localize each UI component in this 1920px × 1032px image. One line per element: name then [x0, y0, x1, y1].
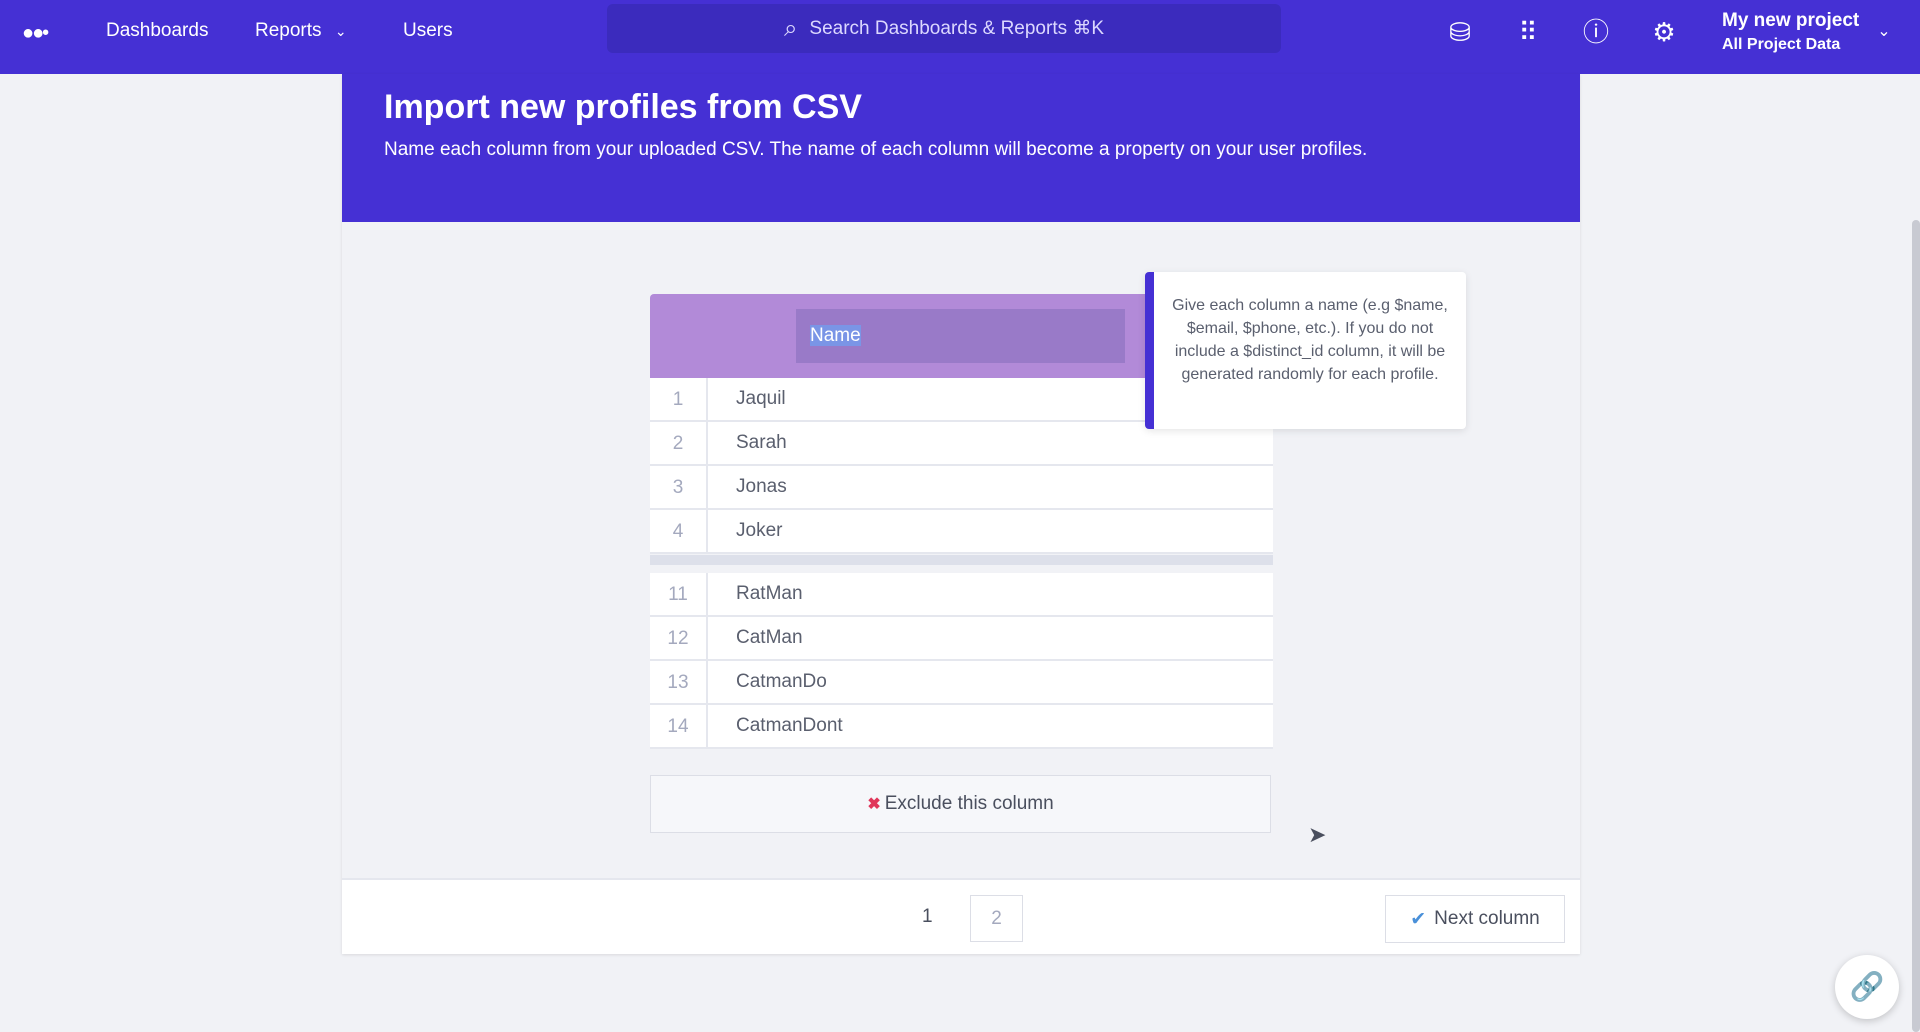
- column-editor: Name 1 Jaquil 2 Sarah 3 Jonas 4 Joker 11 RatM…: [342, 222, 1580, 878]
- table-row: 11 RatMan: [650, 573, 1273, 617]
- page-1[interactable]: 1: [922, 906, 933, 928]
- table-row: 14 CatmanDont: [650, 705, 1273, 749]
- column-name-input[interactable]: Name: [796, 309, 1125, 363]
- nav-dashboards[interactable]: Dashboards: [106, 20, 208, 42]
- column-name-value: Name: [810, 325, 861, 346]
- exclude-label: Exclude this column: [884, 793, 1054, 814]
- table-row: 12 CatMan: [650, 617, 1273, 661]
- search-placeholder: Search Dashboards & Reports ⌘K: [809, 18, 1105, 39]
- row-number: 12: [650, 617, 708, 659]
- row-number: 14: [650, 705, 708, 747]
- row-number: 4: [650, 510, 708, 552]
- top-nav: ●●• Dashboards Reports ⌄ Users ⌕ Search D…: [0, 0, 1920, 74]
- nav-reports-label: Reports: [255, 20, 322, 41]
- tooltip: Give each column a name (e.g $name, $ema…: [1145, 272, 1466, 429]
- page-title: Import new profiles from CSV: [384, 88, 862, 126]
- rows-gap-divider: [650, 555, 1273, 565]
- row-value: Joker: [736, 520, 783, 541]
- search-input[interactable]: ⌕ Search Dashboards & Reports ⌘K: [607, 4, 1281, 53]
- chevron-down-icon[interactable]: ⌄: [1868, 16, 1900, 48]
- page-2[interactable]: 2: [970, 895, 1023, 942]
- row-value: CatmanDo: [736, 671, 827, 692]
- page-subtitle: Name each column from your uploaded CSV.…: [384, 139, 1368, 160]
- check-icon: ✔: [1410, 908, 1427, 930]
- nav-reports[interactable]: Reports ⌄: [255, 20, 347, 42]
- exclude-column-button[interactable]: ✖ Exclude this column: [650, 775, 1271, 833]
- search-icon: ⌕: [783, 14, 798, 42]
- gear-icon[interactable]: ⚙: [1648, 16, 1680, 48]
- apps-grid-icon[interactable]: ⠿: [1512, 16, 1544, 48]
- row-value: Jonas: [736, 476, 787, 497]
- next-column-button[interactable]: ✔ Next column: [1385, 895, 1565, 943]
- project-selector[interactable]: My new project All Project Data: [1722, 10, 1859, 54]
- nav-users[interactable]: Users: [403, 20, 453, 42]
- logo-icon[interactable]: ●●•: [22, 22, 49, 45]
- row-value: Sarah: [736, 432, 787, 453]
- scrollbar[interactable]: [1912, 220, 1920, 1032]
- chevron-down-icon: ⌄: [334, 23, 347, 39]
- row-number: 11: [650, 573, 708, 615]
- project-name: My new project: [1722, 10, 1860, 31]
- row-number: 3: [650, 466, 708, 508]
- mouse-cursor-icon: ➤: [1308, 822, 1327, 847]
- import-card: Import new profiles from CSV Name each c…: [342, 74, 1580, 954]
- project-sub: All Project Data: [1722, 36, 1841, 53]
- row-number: 2: [650, 422, 708, 464]
- table-row: 4 Joker: [650, 510, 1273, 554]
- import-header: Import new profiles from CSV Name each c…: [342, 74, 1580, 222]
- link-icon[interactable]: 🔗: [1835, 955, 1899, 1019]
- row-value: CatmanDont: [736, 715, 843, 736]
- row-value: RatMan: [736, 583, 803, 604]
- table-row: 3 Jonas: [650, 466, 1273, 510]
- help-icon[interactable]: ⓘ: [1580, 16, 1612, 48]
- table-row: 13 CatmanDo: [650, 661, 1273, 705]
- close-icon: ✖: [867, 796, 881, 813]
- row-number: 1: [650, 378, 708, 420]
- row-number: 13: [650, 661, 708, 703]
- footer: 1 2 ✔ Next column: [342, 878, 1580, 954]
- row-value: Jaquil: [736, 388, 786, 409]
- rows-bottom: 11 RatMan 12 CatMan 13 CatmanDo 14 CatmanDon…: [650, 573, 1273, 749]
- row-value: CatMan: [736, 627, 803, 648]
- database-settings-icon[interactable]: ⛁: [1444, 16, 1476, 48]
- next-label: Next column: [1434, 908, 1540, 929]
